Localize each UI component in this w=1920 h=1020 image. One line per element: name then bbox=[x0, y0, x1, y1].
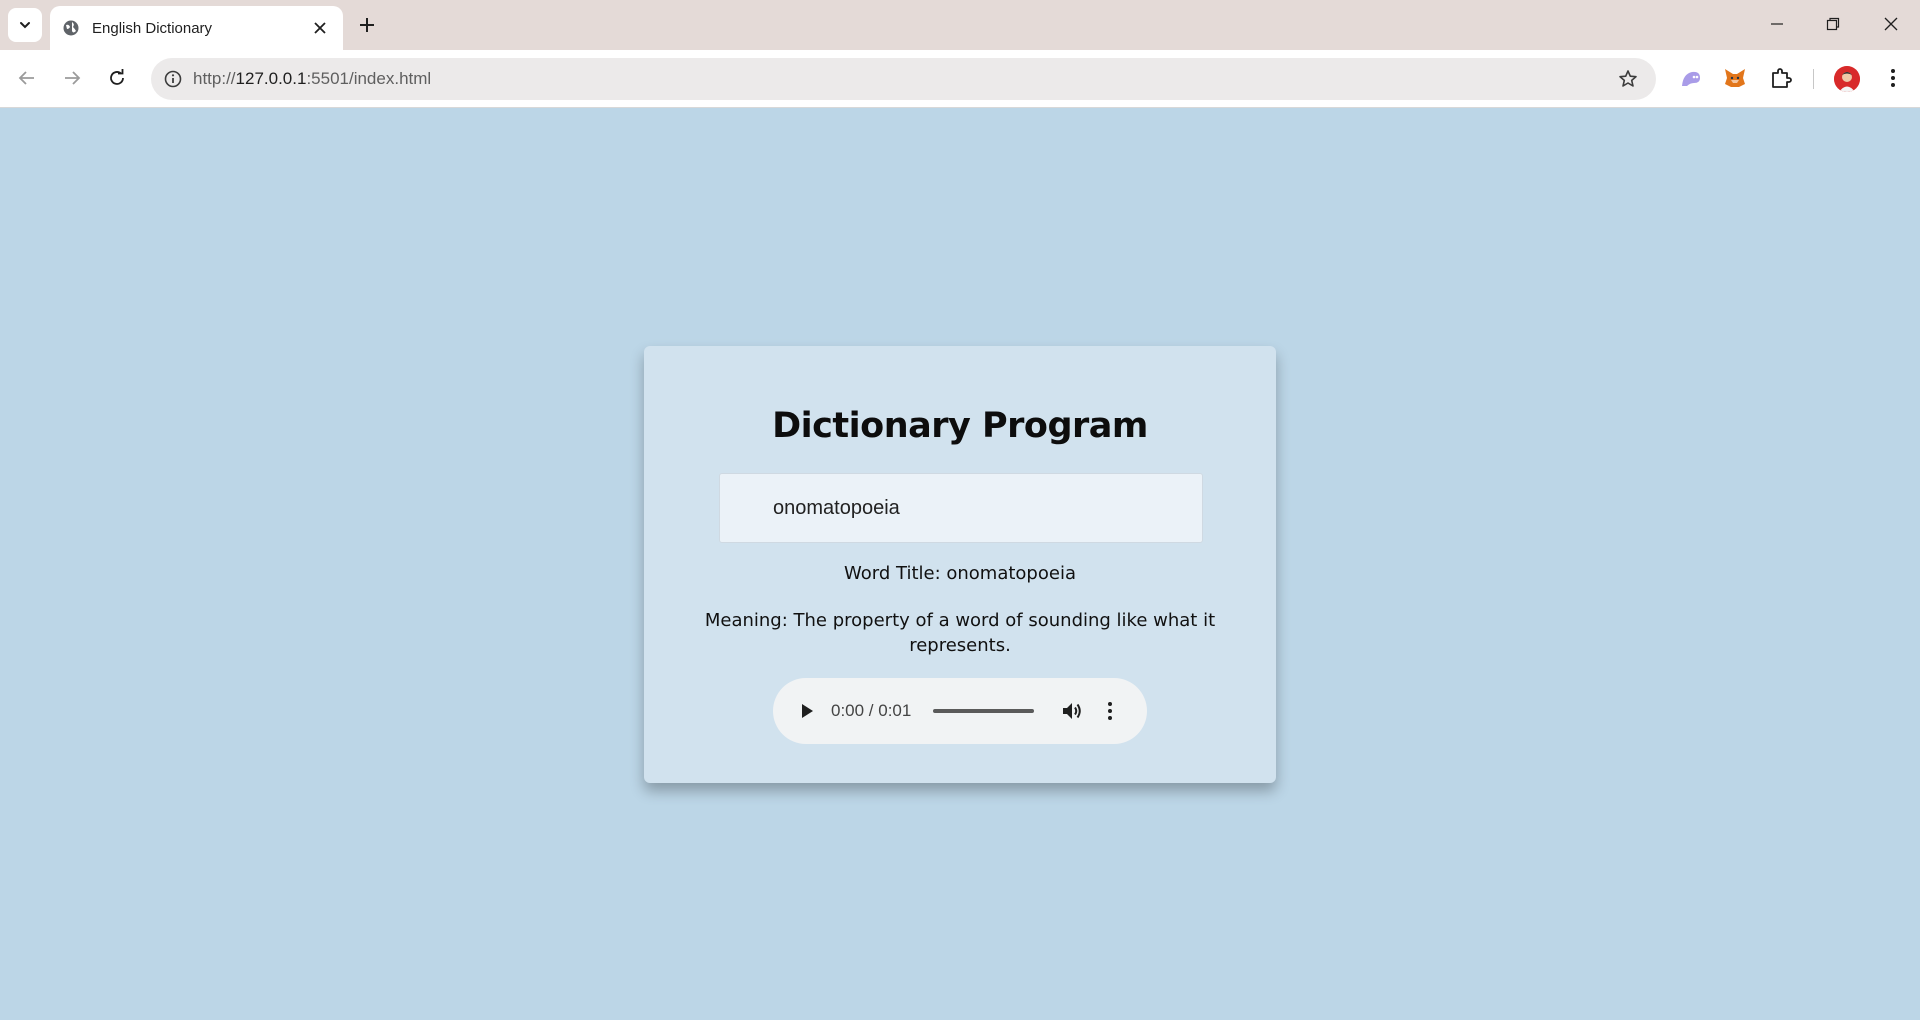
browser-toolbar: http://127.0.0.1:5501/index.html bbox=[0, 50, 1920, 108]
extension-fox-button[interactable] bbox=[1718, 61, 1752, 95]
browser-tab[interactable]: English Dictionary bbox=[50, 6, 343, 50]
word-meaning: Meaning: The property of a word of sound… bbox=[704, 610, 1216, 656]
chevron-down-icon bbox=[20, 22, 30, 29]
forward-button[interactable] bbox=[55, 61, 89, 95]
plus-icon bbox=[360, 18, 374, 32]
more-vertical-icon[interactable] bbox=[1097, 698, 1123, 724]
ghost-extension-icon bbox=[1682, 71, 1700, 86]
url-prefix: http:// bbox=[193, 69, 236, 88]
extensions-button[interactable] bbox=[1764, 61, 1798, 95]
url-text[interactable]: http://127.0.0.1:5501/index.html bbox=[193, 69, 1610, 89]
word-search-input[interactable] bbox=[719, 473, 1203, 543]
fox-extension-icon bbox=[1725, 69, 1745, 87]
bookmark-star-icon[interactable] bbox=[1610, 61, 1646, 97]
restore-icon bbox=[1826, 17, 1840, 31]
restore-button[interactable] bbox=[1813, 8, 1853, 40]
extension-ghost-button[interactable] bbox=[1674, 61, 1708, 95]
close-tab-icon[interactable] bbox=[309, 17, 331, 39]
close-window-button[interactable] bbox=[1871, 8, 1911, 40]
back-button[interactable] bbox=[10, 61, 44, 95]
close-icon bbox=[1884, 17, 1898, 31]
globe-icon bbox=[62, 19, 80, 37]
minimize-icon bbox=[1771, 23, 1783, 25]
browser-tab-bar: English Dictionary bbox=[0, 0, 1920, 50]
url-path: :5501/index.html bbox=[306, 69, 432, 88]
more-vertical-icon bbox=[1891, 69, 1895, 87]
audio-seek-slider[interactable] bbox=[933, 709, 1034, 713]
play-icon[interactable] bbox=[795, 699, 819, 723]
tab-search-button[interactable] bbox=[8, 8, 42, 42]
reload-icon bbox=[110, 69, 124, 85]
arrow-right-icon bbox=[65, 71, 81, 85]
volume-icon[interactable] bbox=[1059, 698, 1085, 724]
profile-avatar[interactable] bbox=[1834, 66, 1860, 92]
audio-time: 0:00 / 0:01 bbox=[831, 701, 912, 720]
reload-button[interactable] bbox=[100, 61, 134, 95]
minimize-button[interactable] bbox=[1757, 8, 1797, 40]
arrow-left-icon bbox=[18, 71, 34, 85]
address-bar[interactable]: http://127.0.0.1:5501/index.html bbox=[151, 58, 1656, 100]
new-tab-button[interactable] bbox=[352, 10, 382, 40]
tab-title: English Dictionary bbox=[92, 19, 213, 37]
dictionary-card: Dictionary Program Word Title: onomatopo… bbox=[644, 346, 1276, 783]
page-title: Dictionary Program bbox=[772, 406, 1148, 446]
word-title: Word Title: onomatopoeia bbox=[844, 563, 1076, 584]
toolbar-separator bbox=[1813, 69, 1814, 89]
browser-menu-button[interactable] bbox=[1876, 61, 1910, 95]
url-host: 127.0.0.1 bbox=[235, 69, 307, 88]
pronunciation-audio-player[interactable]: 0:00 / 0:01 bbox=[773, 678, 1147, 744]
puzzle-icon bbox=[1772, 68, 1792, 88]
site-info-icon[interactable] bbox=[155, 61, 191, 97]
